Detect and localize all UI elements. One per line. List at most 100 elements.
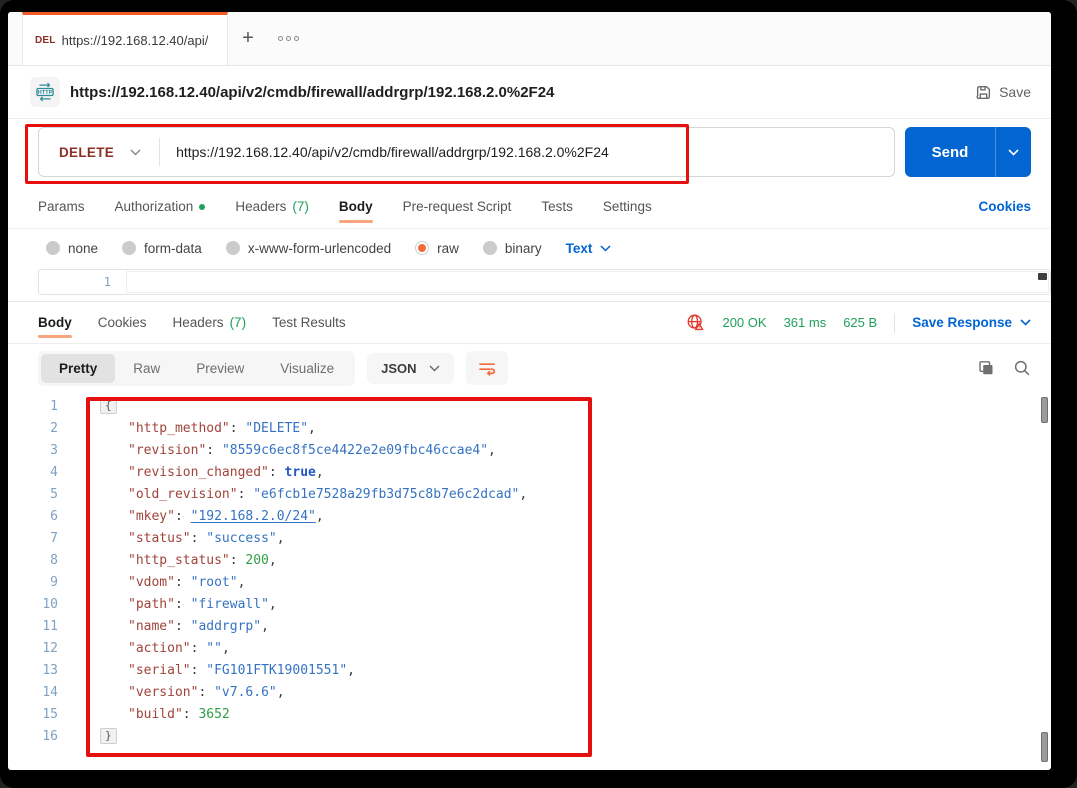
line-number: 16 [8,729,74,744]
view-visualize[interactable]: Visualize [262,354,352,383]
tab-body[interactable]: Body [339,185,373,228]
wrap-text-button[interactable] [466,351,508,385]
mode-none[interactable]: none [46,241,98,256]
send-options-chevron-icon[interactable] [995,127,1031,177]
radio-icon [122,241,136,255]
raw-type-dropdown[interactable]: Text [566,241,612,256]
code-line: 2"http_method": "DELETE", [8,417,1051,439]
editor-input-area[interactable] [126,271,1049,293]
view-pretty[interactable]: Pretty [41,354,115,383]
cookies-link[interactable]: Cookies [978,199,1031,214]
response-meta: 200 OK 361 ms 625 B Save Response [686,313,1031,333]
json-key: "vdom" [128,575,175,590]
view-preview[interactable]: Preview [178,354,262,383]
tab-settings[interactable]: Settings [603,185,652,228]
tab-method-badge: DEL [35,35,56,46]
response-tab-cookies[interactable]: Cookies [98,302,147,343]
save-button[interactable]: Save [975,84,1031,101]
json-value: "v7.6.6" [214,685,277,700]
status-code[interactable]: 200 OK [722,315,766,330]
tab-pre-request-script[interactable]: Pre-request Script [403,185,512,228]
json-key: "mkey" [128,509,175,524]
json-key: "build" [128,707,183,722]
line-number: 6 [8,509,74,524]
line-number: 13 [8,663,74,678]
body-mode-row: none form-data x-www-form-urlencoded raw… [8,229,1051,267]
line-number: 1 [8,399,74,414]
format-dropdown[interactable]: JSON [367,353,453,384]
code-line: 4"revision_changed": true, [8,461,1051,483]
request-title-row: HTTP https://192.168.12.40/api/v2/cmdb/f… [8,66,1051,119]
code-line: 16} [8,725,1051,747]
code-line: 6"mkey": "192.168.2.0/24", [8,505,1051,527]
json-key: "version" [128,685,198,700]
chevron-down-icon [130,149,141,156]
json-value: "FG101FTK19001551" [206,663,347,678]
response-tab-test-results[interactable]: Test Results [272,302,346,343]
search-icon[interactable] [1013,359,1031,377]
mode-form-data[interactable]: form-data [122,241,202,256]
response-scrollbar-thumb[interactable] [1041,397,1048,423]
code-line: 9"vdom": "root", [8,571,1051,593]
chevron-down-icon [429,365,440,372]
line-number: 2 [8,421,74,436]
auth-status-dot [199,204,205,210]
save-icon [975,84,992,101]
request-tab-active[interactable]: DEL https://192.168.12.40/api/ [22,12,228,65]
svg-text:HTTP: HTTP [38,90,53,96]
tab-params[interactable]: Params [38,185,85,228]
json-key: "status" [128,531,191,546]
response-scrollbar-thumb[interactable] [1041,732,1048,762]
mode-binary[interactable]: binary [483,241,542,256]
editor-scrollbar-thumb[interactable] [1038,273,1047,280]
line-number: 12 [8,641,74,656]
line-number: 5 [8,487,74,502]
fold-toggle[interactable]: } [100,728,117,744]
tab-authorization[interactable]: Authorization [115,185,206,228]
wrap-text-icon [478,360,496,376]
tab-headers[interactable]: Headers(7) [235,185,309,228]
mode-raw[interactable]: raw [415,241,459,256]
radio-icon [226,241,240,255]
view-switcher: Pretty Raw Preview Visualize [38,351,355,386]
response-tab-headers[interactable]: Headers(7) [173,302,247,343]
code-line: 11"name": "addrgrp", [8,615,1051,637]
json-key: "name" [128,619,175,634]
line-number: 9 [8,575,74,590]
fold-toggle[interactable]: { [100,398,117,414]
network-warning-icon[interactable] [686,313,705,332]
request-url-row: DELETE https://192.168.12.40/api/v2/cmdb… [8,119,1051,185]
code-line: 10"path": "firewall", [8,593,1051,615]
line-number: 3 [8,443,74,458]
response-size[interactable]: 625 B [843,315,877,330]
copy-icon[interactable] [977,359,995,377]
chevron-down-icon [1020,319,1031,326]
response-tab-body[interactable]: Body [38,302,72,343]
json-value: "e6fcb1e7528a29fb3d75c8b7e6c2dcad" [253,487,519,502]
code-line: 7"status": "success", [8,527,1051,549]
postman-window: DEL https://192.168.12.40/api/ + HTTP ht… [8,12,1051,770]
code-line: 12"action": "", [8,637,1051,659]
line-number: 8 [8,553,74,568]
method-label: DELETE [59,145,114,160]
json-value: "root" [191,575,238,590]
json-value: true [285,465,316,480]
more-options-icon[interactable] [268,12,308,65]
save-response-dropdown[interactable]: Save Response [912,315,1031,330]
json-value: "success" [206,531,276,546]
line-number: 14 [8,685,74,700]
json-value[interactable]: "192.168.2.0/24" [191,509,316,524]
send-button[interactable]: Send [905,127,1031,177]
tab-tests[interactable]: Tests [541,185,573,228]
json-key: "serial" [128,663,191,678]
response-time[interactable]: 361 ms [784,315,827,330]
http-request-icon: HTTP [30,77,60,107]
new-tab-button[interactable]: + [228,12,268,65]
radio-icon [483,241,497,255]
editor-line-number: 1 [39,270,125,294]
url-input[interactable]: https://192.168.12.40/api/v2/cmdb/firewa… [160,144,625,160]
method-dropdown[interactable]: DELETE [39,128,159,176]
line-number: 11 [8,619,74,634]
mode-x-www-form-urlencoded[interactable]: x-www-form-urlencoded [226,241,391,256]
view-raw[interactable]: Raw [115,354,178,383]
